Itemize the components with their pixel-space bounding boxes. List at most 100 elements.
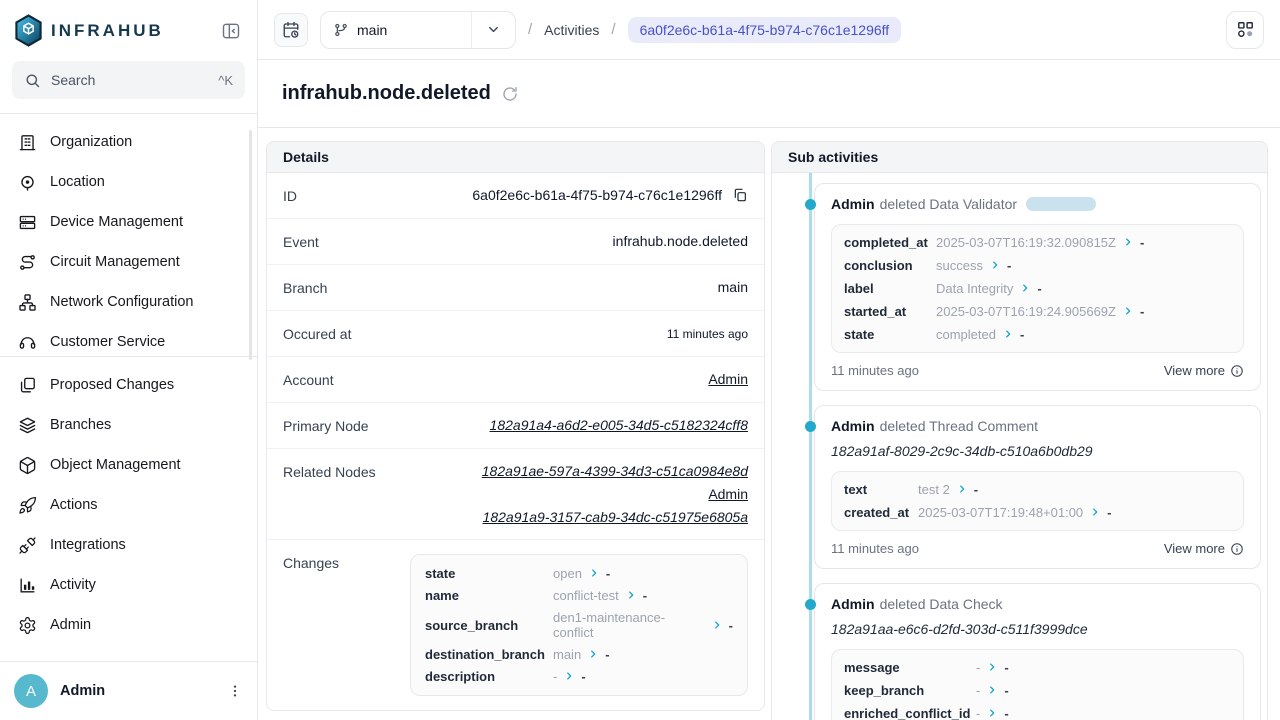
detail-occured-value: 11 minutes ago [667, 325, 748, 341]
activity-props-box: text test 2 - created_at 2025-03-07T17:1… [831, 471, 1244, 531]
refresh-button[interactable] [501, 85, 519, 103]
bar-chart-icon [18, 576, 37, 595]
detail-label: Changes [283, 554, 339, 571]
sidebar-item-label: Device Management [50, 214, 183, 230]
sub-activity-card: Admin deleted Data Validator completed_a… [814, 183, 1261, 391]
sub-activity-title: Admin deleted Data Check [831, 596, 1244, 612]
account-link[interactable]: Admin [708, 371, 748, 387]
layers-icon [18, 416, 37, 435]
detail-row-primary-node: Primary Node 182a91a4-a6d2-e005-34d5-c51… [267, 403, 764, 449]
sidebar-item-network-configuration[interactable]: Network Configuration [8, 282, 249, 322]
chevron-right-icon [1020, 281, 1030, 296]
change-old-value: den1-maintenance-conflict [553, 610, 705, 640]
related-node-link[interactable]: Admin [708, 486, 748, 502]
sidebar-item-device-management[interactable]: Device Management [8, 202, 249, 242]
sidebar-item-actions[interactable]: Actions [8, 485, 249, 525]
topbar: main / Activities / 6a0f2e6c-b61a-4f75-b… [258, 0, 1280, 60]
activity-action: deleted Data Check [880, 596, 1003, 612]
time-travel-button[interactable] [274, 13, 308, 47]
sidebar-nav-secondary: Proposed Changes Branches Object Managem… [0, 357, 257, 649]
timeline-dot-icon [805, 199, 816, 210]
copy-id-button[interactable] [732, 187, 748, 203]
chevron-right-icon [712, 618, 722, 633]
page-title: infrahub.node.deleted [282, 82, 491, 105]
sidebar-item-branches[interactable]: Branches [8, 405, 249, 445]
related-node-link[interactable]: 182a91a9-3157-cab9-34dc-c51975e6805a [483, 509, 748, 525]
change-key: destination_branch [425, 647, 553, 662]
sub-activities-panel: Sub activities Admin deleted Data Valida… [771, 141, 1268, 720]
prop-new-value: - [1004, 683, 1008, 698]
sidebar-collapse-button[interactable] [219, 19, 243, 43]
activity-timestamp: 11 minutes ago [831, 541, 919, 556]
prop-key: label [844, 281, 936, 296]
breadcrumb-activities-link[interactable]: Activities [544, 22, 599, 38]
detail-row-branch: Branch main [267, 265, 764, 311]
sidebar-nav-primary: Organization Location Device Management [0, 114, 257, 356]
copy-pages-icon [18, 376, 37, 395]
sidebar-item-activity[interactable]: Activity [8, 565, 249, 605]
chevron-right-icon [987, 706, 997, 720]
breadcrumb-activity-id[interactable]: 6a0f2e6c-b61a-4f75-b974-c76c1e1296ff [628, 17, 902, 43]
sidebar-item-label: Actions [50, 497, 98, 513]
sidebar-item-admin[interactable]: Admin [8, 605, 249, 645]
sidebar-item-integrations[interactable]: Integrations [8, 525, 249, 565]
sidebar-item-organization[interactable]: Organization [8, 122, 249, 162]
sub-activity-title: Admin deleted Thread Comment [831, 418, 1244, 434]
prop-key: keep_branch [844, 683, 976, 698]
activity-props-box: message - - keep_branch - - enrich [831, 649, 1244, 720]
branch-selected-value: main [357, 22, 387, 38]
components-icon [1236, 20, 1255, 39]
sidebar-item-location[interactable]: Location [8, 162, 249, 202]
route-icon [18, 253, 37, 272]
app-logo: INFRAHUB [14, 14, 164, 47]
prop-row: started_at 2025-03-07T16:19:24.905669Z - [844, 304, 1231, 319]
prop-key: message [844, 660, 976, 675]
search-shortcut: ^K [218, 73, 233, 88]
change-new-value: - [581, 669, 585, 684]
sidebar-item-circuit-management[interactable]: Circuit Management [8, 242, 249, 282]
view-more-button[interactable]: View more [1164, 541, 1244, 556]
headset-icon [18, 333, 37, 352]
prop-new-value: - [1004, 660, 1008, 675]
chevron-right-icon [957, 482, 967, 497]
network-icon [18, 293, 37, 312]
sidebar-scrollbar[interactable] [249, 130, 252, 360]
activity-timestamp: 11 minutes ago [831, 363, 919, 378]
user-menu-button[interactable] [227, 683, 243, 699]
chevron-right-icon [626, 588, 636, 603]
server-icon [18, 213, 37, 232]
sidebar-item-object-management[interactable]: Object Management [8, 445, 249, 485]
activity-action: deleted Thread Comment [880, 418, 1039, 434]
detail-row-changes: Changes state open - name conflict-test … [267, 540, 764, 710]
components-menu-button[interactable] [1226, 11, 1264, 49]
change-new-value: - [606, 566, 610, 581]
branch-selector[interactable]: main [320, 11, 516, 49]
primary-node-link[interactable]: 182a91a4-a6d2-e005-34d5-c5182324cff8 [490, 417, 748, 433]
sidebar-item-label: Admin [50, 617, 91, 633]
view-more-button[interactable]: View more [1164, 363, 1244, 378]
prop-key: started_at [844, 304, 936, 319]
sidebar-item-label: Integrations [50, 537, 126, 553]
prop-new-value: - [1004, 706, 1008, 720]
sidebar-item-customer-service[interactable]: Customer Service [8, 322, 249, 356]
user-menu[interactable]: A Admin [0, 661, 257, 720]
activity-actor: Admin [831, 596, 875, 612]
detail-label: Event [283, 233, 319, 250]
detail-label: Branch [283, 279, 327, 296]
detail-branch-value: main [718, 279, 748, 295]
sidebar-item-label: Branches [50, 417, 111, 433]
branch-dropdown-toggle[interactable] [471, 12, 515, 48]
search-input[interactable]: Search ^K [12, 61, 245, 99]
page-header: infrahub.node.deleted [258, 60, 1280, 128]
prop-old-value: 2025-03-07T17:19:48+01:00 [918, 505, 1083, 520]
sub-activity-title: Admin deleted Data Validator [831, 196, 1244, 212]
content: Details ID 6a0f2e6c-b61a-4f75-b974-c76c1… [258, 128, 1280, 720]
gear-icon [18, 616, 37, 635]
sidebar-item-proposed-changes[interactable]: Proposed Changes [8, 365, 249, 405]
prop-row: text test 2 - [844, 482, 1231, 497]
info-icon [1230, 542, 1244, 556]
change-row: state open - [425, 566, 733, 581]
activity-node-id: 182a91af-8029-2c9c-34db-c510a6b0db29 [831, 443, 1244, 459]
related-node-link[interactable]: 182a91ae-597a-4399-34d3-c51ca0984e8d [482, 463, 748, 479]
chevron-right-icon [1123, 304, 1133, 319]
